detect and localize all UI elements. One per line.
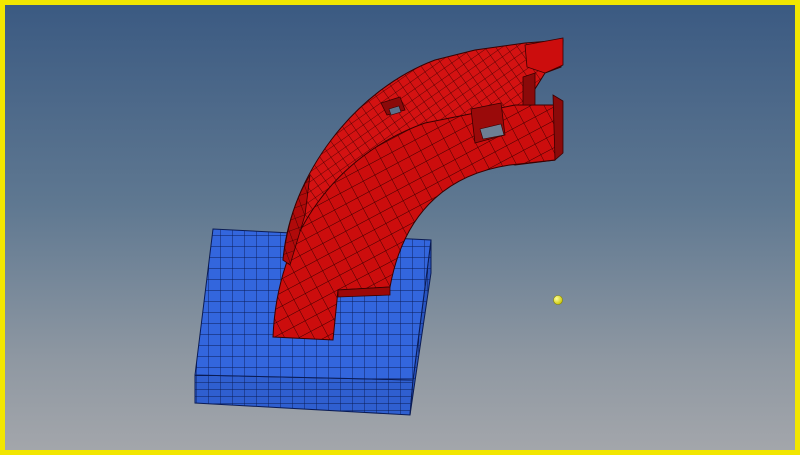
graphics-viewport[interactable] xyxy=(0,0,800,455)
pivot-marker[interactable] xyxy=(553,295,563,305)
model-view[interactable] xyxy=(5,5,800,455)
base-block-front-face xyxy=(194,374,414,416)
